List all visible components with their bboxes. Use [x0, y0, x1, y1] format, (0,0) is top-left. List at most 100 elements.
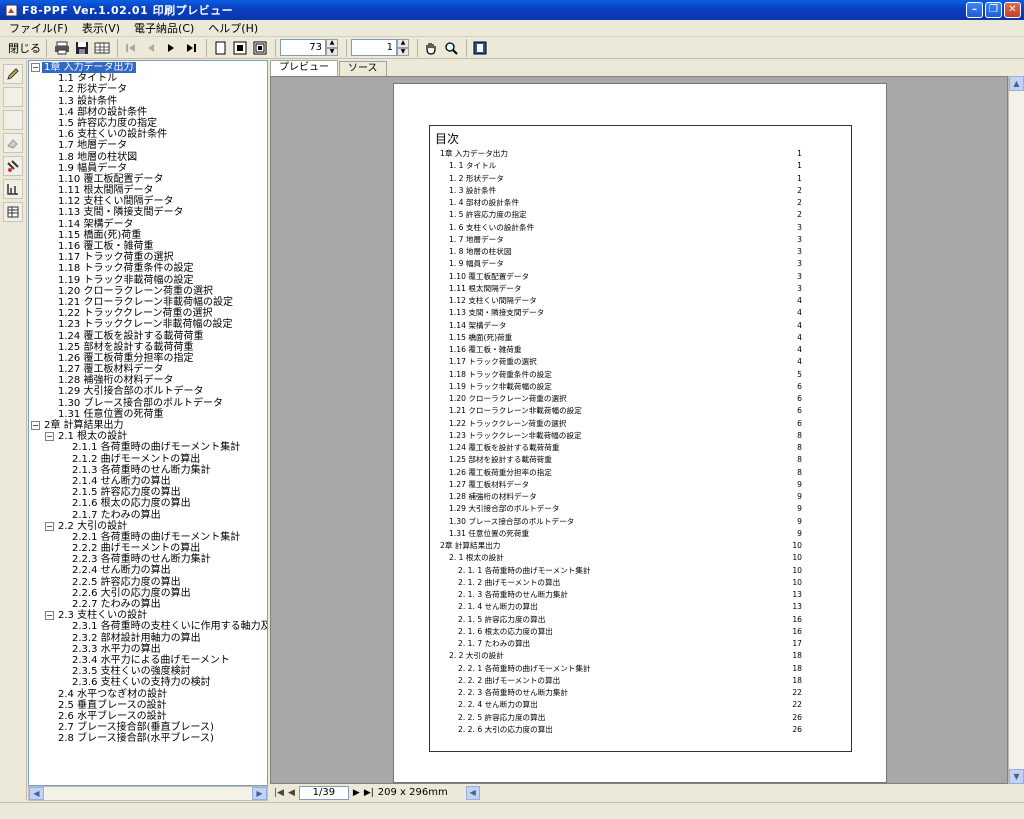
save-button[interactable]: [73, 39, 91, 57]
tree-item[interactable]: 2.1.6 根太の応力度の算出: [29, 498, 267, 509]
tree-item[interactable]: 2.5 垂直ブレースの設計: [29, 700, 267, 711]
preview-scroll-left-icon[interactable]: ◀: [465, 785, 480, 800]
tree-item[interactable]: 1.12 支柱くい間隔データ: [29, 196, 267, 207]
tree-item[interactable]: 1.15 橋面(死)荷重: [29, 230, 267, 241]
tree-item[interactable]: 2.3.4 水平力による曲げモーメント: [29, 655, 267, 666]
maximize-button[interactable]: ❐: [985, 2, 1002, 18]
menu-view[interactable]: 表示(V): [75, 20, 127, 36]
scroll-left-icon[interactable]: ◀: [29, 787, 44, 800]
tree-item[interactable]: 1.18 トラック荷重条件の設定: [29, 263, 267, 274]
minimize-button[interactable]: –: [966, 2, 983, 18]
tab-source[interactable]: ソース: [339, 61, 387, 76]
tree-item[interactable]: 2.2.6 大引の応力度の算出: [29, 588, 267, 599]
blank-tool-button-1[interactable]: [3, 87, 23, 107]
first-page-button[interactable]: [122, 39, 140, 57]
tree-item[interactable]: 2.3.1 各荷重時の支柱くいに作用する軸力及び: [29, 621, 267, 632]
scroll-right-icon[interactable]: ▶: [252, 787, 267, 800]
preview-vertical-scrollbar[interactable]: ▲ ▼: [1008, 76, 1024, 784]
two-page-button[interactable]: [231, 39, 249, 57]
structure-button[interactable]: [3, 179, 23, 199]
tree-item[interactable]: −1章 入力データ出力: [29, 62, 267, 74]
fit-page-button[interactable]: [471, 39, 489, 57]
tree-item[interactable]: 1.11 根太間隔データ: [29, 185, 267, 196]
tree-item[interactable]: 2.1.1 各荷重時の曲げモーメント集計: [29, 442, 267, 453]
tree-item[interactable]: 1.24 覆工板を設計する載荷荷重: [29, 331, 267, 342]
tree-item[interactable]: 2.3.5 支柱くいの強度検討: [29, 666, 267, 677]
close-window-button[interactable]: ✕: [1004, 2, 1021, 18]
tree-item[interactable]: 2.1.7 たわみの算出: [29, 510, 267, 521]
tree-item[interactable]: 2.3.2 部材設計用軸力の算出: [29, 633, 267, 644]
scroll-down-icon[interactable]: ▼: [1009, 769, 1024, 784]
tree-item[interactable]: 2.2.7 たわみの算出: [29, 599, 267, 610]
page-up-icon[interactable]: ▲: [397, 39, 409, 48]
single-page-button[interactable]: [211, 39, 229, 57]
tree-item[interactable]: 1.17 トラック荷重の選択: [29, 252, 267, 263]
tree-item[interactable]: 1.26 覆工板荷重分担率の指定: [29, 353, 267, 364]
tree-item[interactable]: 1.28 補強桁の材料データ: [29, 375, 267, 386]
nav-last-icon[interactable]: ▶|: [364, 788, 374, 798]
tree-item[interactable]: 2.1.2 曲げモーメントの算出: [29, 454, 267, 465]
tree-item[interactable]: 1.5 許容応力度の指定: [29, 118, 267, 129]
tree-item[interactable]: 1.23 トラッククレーン非載荷幅の設定: [29, 319, 267, 330]
tree-item[interactable]: 1.13 支間・隣接支間データ: [29, 207, 267, 218]
tree-item[interactable]: 1.31 任意位置の死荷重: [29, 409, 267, 420]
blank-tool-button-2[interactable]: [3, 110, 23, 130]
scroll-up-icon[interactable]: ▲: [1009, 76, 1024, 91]
tree-item[interactable]: 1.3 設計条件: [29, 96, 267, 107]
tab-preview[interactable]: プレビュー: [270, 60, 338, 76]
tree-item[interactable]: 1.21 クローラクレーン非載荷幅の設定: [29, 297, 267, 308]
outline-tree[interactable]: −1章 入力データ出力 1.1 タイトル 1.2 形状データ 1.3 設計条件 1.4 …: [28, 60, 268, 786]
tree-item[interactable]: 2.2.5 許容応力度の算出: [29, 577, 267, 588]
page-spinner[interactable]: ▲▼: [351, 39, 409, 57]
tree-item[interactable]: 1.14 架構データ: [29, 219, 267, 230]
tree-horizontal-scrollbar[interactable]: ◀ ▶: [28, 786, 268, 801]
tree-item[interactable]: 2.1.4 せん断力の算出: [29, 476, 267, 487]
tree-item[interactable]: 1.7 地層データ: [29, 140, 267, 151]
tree-item[interactable]: −2.3 支柱くいの設計: [29, 610, 267, 621]
eraser-button[interactable]: [3, 133, 23, 153]
tree-item[interactable]: 1.6 支柱くいの設計条件: [29, 129, 267, 140]
tree-item[interactable]: 1.10 覆工板配置データ: [29, 174, 267, 185]
tree-item[interactable]: 2.7 ブレース接合部(垂直ブレース): [29, 722, 267, 733]
tree-item[interactable]: 1.9 幅員データ: [29, 163, 267, 174]
tree-item[interactable]: 2.2.4 せん断力の算出: [29, 565, 267, 576]
tree-item[interactable]: 1.27 覆工板材料データ: [29, 364, 267, 375]
tree-item[interactable]: 2.2.3 各荷重時のせん断力集計: [29, 554, 267, 565]
tree-item[interactable]: 2.6 水平ブレースの設計: [29, 711, 267, 722]
tree-item[interactable]: −2.1 根太の設計: [29, 431, 267, 442]
tree-item[interactable]: 2.3.6 支柱くいの支持力の検討: [29, 677, 267, 688]
tree-item[interactable]: 1.16 覆工板・雑荷重: [29, 241, 267, 252]
preview-area[interactable]: 目次 1章 入力データ出力 1 1. 1 タイトル 1 1. 2 形状データ 1 1. 3 …: [270, 76, 1008, 784]
close-preview-button[interactable]: 閉じる: [3, 38, 47, 57]
tree-item[interactable]: 2.2.2 曲げモーメントの算出: [29, 543, 267, 554]
tree-item[interactable]: 1.25 部材を設計する載荷荷重: [29, 342, 267, 353]
tree-item[interactable]: −2章 計算結果出力: [29, 420, 267, 431]
tree-item[interactable]: 1.8 地層の柱状図: [29, 152, 267, 163]
zoom-up-icon[interactable]: ▲: [326, 39, 338, 48]
tool-button[interactable]: [3, 156, 23, 176]
zoom-down-icon[interactable]: ▼: [326, 47, 338, 56]
page-down-icon[interactable]: ▼: [397, 47, 409, 56]
menu-help[interactable]: ヘルプ(H): [201, 20, 265, 36]
next-page-button[interactable]: [162, 39, 180, 57]
zoom-spinner[interactable]: ▲▼: [280, 39, 338, 57]
tree-item[interactable]: 1.20 クローラクレーン荷重の選択: [29, 286, 267, 297]
tree-item[interactable]: −2.2 大引の設計: [29, 521, 267, 532]
tree-item[interactable]: 1.2 形状データ: [29, 84, 267, 95]
tree-collapse-icon[interactable]: −: [45, 432, 54, 442]
multi-page-button[interactable]: [251, 39, 269, 57]
tree-item[interactable]: 2.3.3 水平力の算出: [29, 644, 267, 655]
tree-item[interactable]: 1.19 トラック非載荷幅の設定: [29, 275, 267, 286]
tree-item[interactable]: 2.8 ブレース接合部(水平ブレース): [29, 733, 267, 744]
tree-collapse-icon[interactable]: −: [31, 63, 40, 73]
nav-first-icon[interactable]: |◀: [274, 788, 284, 798]
tree-collapse-icon[interactable]: −: [31, 421, 40, 431]
last-page-button[interactable]: [182, 39, 200, 57]
pencil-button[interactable]: [3, 64, 23, 84]
tree-item[interactable]: 1.29 大引接合部のボルトデータ: [29, 386, 267, 397]
tree-collapse-icon[interactable]: −: [45, 521, 54, 531]
tree-item[interactable]: 1.22 トラッククレーン荷重の選択: [29, 308, 267, 319]
pan-button[interactable]: [422, 39, 440, 57]
nav-next-icon[interactable]: ▶: [353, 788, 360, 798]
tree-item[interactable]: 1.30 ブレース接合部のボルトデータ: [29, 398, 267, 409]
